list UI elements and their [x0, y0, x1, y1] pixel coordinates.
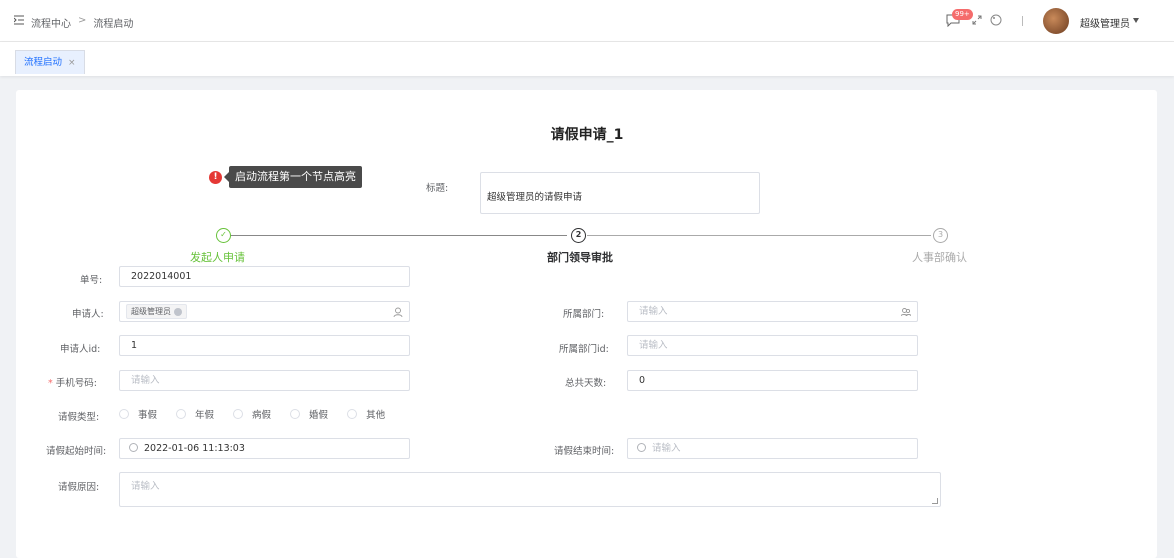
reason-textarea[interactable]: 请输入: [119, 472, 941, 507]
leave-type-label: 请假类型:: [58, 412, 100, 423]
step-2-number: 2: [571, 228, 586, 243]
start-time-value: 2022-01-06 11:13:03: [144, 443, 245, 454]
dept-select[interactable]: 请输入: [627, 301, 918, 322]
start-time-picker[interactable]: 2022-01-06 11:13:03: [119, 438, 410, 459]
total-days-label: 总共天数:: [565, 378, 607, 389]
dept-id-placeholder: 请输入: [639, 340, 668, 351]
avatar[interactable]: [1043, 8, 1069, 34]
step-1-check-icon: ✓: [216, 228, 231, 243]
applicant-id-label: 申请人id:: [60, 344, 101, 355]
step-1-label: 发起人申请: [190, 251, 245, 264]
radio-label: 其他: [366, 410, 386, 421]
end-time-picker[interactable]: 请输入: [627, 438, 918, 459]
tabs-bar: 流程启动 ×: [0, 42, 1174, 76]
radio-circle[interactable]: [119, 409, 129, 419]
warning-icon: !: [209, 171, 222, 184]
reason-placeholder: 请输入: [131, 481, 160, 492]
applicant-select[interactable]: 超级管理员: [119, 301, 410, 322]
step-line: [231, 235, 567, 236]
breadcrumb-item-start: 流程启动: [93, 19, 134, 30]
tab-close-icon[interactable]: ×: [68, 52, 76, 74]
user-name[interactable]: 超级管理员: [1080, 15, 1130, 30]
user-search-icon[interactable]: [393, 307, 403, 317]
page-title: 请假申请_1: [550, 127, 624, 143]
radio-label: 事假: [138, 410, 158, 421]
radio-label: 年假: [195, 410, 215, 421]
message-badge: 99+: [952, 9, 973, 20]
step-3-label: 人事部确认: [912, 251, 967, 264]
required-mark: *: [48, 378, 53, 389]
menu-fold-icon[interactable]: [14, 15, 24, 25]
breadcrumb-separator: >: [78, 15, 87, 26]
fullscreen-icon[interactable]: [972, 15, 982, 25]
radio-circle[interactable]: [347, 409, 358, 419]
applicant-tag-text: 超级管理员: [131, 307, 171, 316]
radio-sick[interactable]: 病假: [233, 407, 271, 421]
title-field[interactable]: 超级管理员的请假申请: [480, 172, 760, 214]
tab-process-start[interactable]: 流程启动 ×: [15, 50, 85, 74]
radio-other[interactable]: 其他: [347, 407, 385, 421]
end-time-placeholder: 请输入: [652, 443, 681, 454]
tab-label: 流程启动: [24, 56, 63, 68]
radio-label: 婚假: [309, 410, 329, 421]
step-line: [587, 235, 931, 236]
dept-id-input[interactable]: 请输入: [627, 335, 918, 356]
applicant-id-input[interactable]: 1: [119, 335, 410, 356]
radio-marriage[interactable]: 婚假: [290, 407, 328, 421]
start-time-label: 请假起始时间:: [46, 446, 107, 457]
breadcrumb: 流程中心 > 流程启动: [31, 15, 133, 30]
order-no-input[interactable]: 2022014001: [119, 266, 410, 287]
total-days-input[interactable]: 0: [627, 370, 918, 391]
clock-icon: [637, 443, 646, 452]
phone-label: * 手机号码:: [48, 375, 97, 389]
phone-label-text: 手机号码:: [55, 378, 97, 389]
order-no-label: 单号:: [80, 275, 103, 286]
breadcrumb-item-center[interactable]: 流程中心: [31, 15, 71, 30]
dept-label: 所属部门:: [563, 309, 605, 320]
phone-placeholder: 请输入: [131, 375, 160, 386]
header-divider: [1022, 16, 1023, 26]
tooltip: 启动流程第一个节点高亮: [224, 166, 362, 188]
leave-type-radio-group: 事假 年假 病假 婚假 其他: [119, 407, 404, 421]
title-label: 标题:: [426, 183, 449, 194]
reason-label: 请假原因:: [58, 482, 100, 493]
step-2-label: 部门领导审批: [547, 251, 613, 264]
users-icon[interactable]: [901, 307, 911, 317]
dept-id-label: 所属部门id:: [559, 344, 609, 355]
resize-handle-icon[interactable]: [932, 498, 938, 504]
applicant-label: 申请人:: [72, 309, 104, 320]
theme-icon[interactable]: [990, 14, 1002, 26]
applicant-tag: 超级管理员: [126, 304, 187, 319]
caret-down-icon[interactable]: [1133, 18, 1139, 23]
phone-input[interactable]: 请输入: [119, 370, 410, 391]
radio-circle[interactable]: [290, 409, 301, 419]
radio-label: 病假: [252, 410, 272, 421]
step-3-number: 3: [933, 228, 948, 243]
dept-placeholder: 请输入: [639, 306, 668, 317]
top-header: 流程中心 > 流程启动 99+ 超级管理员: [0, 0, 1174, 42]
radio-personal[interactable]: 事假: [119, 407, 157, 421]
tag-close-icon[interactable]: [174, 307, 182, 316]
radio-circle[interactable]: [233, 409, 244, 419]
radio-circle[interactable]: [176, 409, 187, 419]
radio-annual[interactable]: 年假: [176, 407, 214, 421]
clock-icon: [129, 443, 138, 452]
end-time-label: 请假结束时间:: [554, 446, 615, 457]
